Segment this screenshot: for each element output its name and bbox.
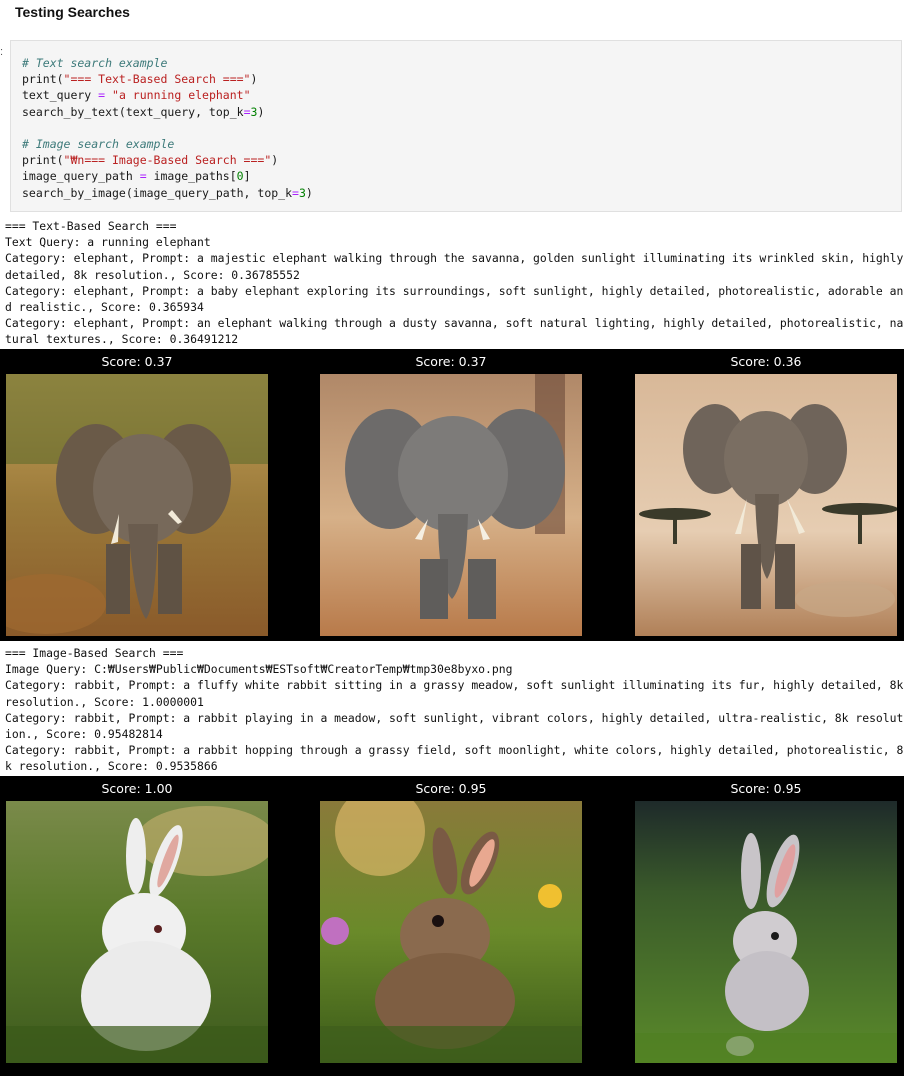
score-label: Score: 0.37: [415, 354, 487, 369]
score-label: Score: 0.37: [101, 354, 173, 369]
result-line: Category: rabbit, Prompt: a rabbit hoppi…: [5, 743, 904, 774]
image-search-output: === Image-Based Search === Image Query: C…: [5, 645, 905, 775]
code-token: text_query: [22, 88, 99, 103]
result-line: Category: elephant, Prompt: a baby eleph…: [5, 283, 904, 315]
section-heading: Testing Searches: [15, 4, 130, 20]
output-header: === Image-Based Search ===: [5, 646, 184, 660]
elephant-image: [320, 374, 582, 636]
code-operator: =: [139, 169, 147, 184]
elephant-image: [635, 374, 897, 636]
cell-prompt-marker: :: [0, 46, 4, 58]
elephant-image: [6, 374, 268, 636]
output-query: Image Query: C:₩Users₩Public₩Documents₩E…: [5, 662, 513, 677]
code-token: ): [257, 104, 265, 119]
text-search-output: === Text-Based Search === Text Query: a r…: [5, 218, 905, 348]
code-comment: # Image search example: [22, 137, 175, 152]
code-token: print(: [22, 153, 64, 168]
code-token: ): [271, 153, 279, 168]
code-token: ): [250, 72, 258, 87]
score-label: Score: 0.95: [730, 781, 802, 796]
output-query: Text Query: a running elephant: [5, 235, 211, 250]
code-token: search_by_image(image_query_path, top_k: [22, 185, 293, 200]
text-search-figure: Score: 0.37 Score: 0.37 Score: 0.36: [0, 349, 904, 641]
code-cell[interactable]: # Text search example print("=== Text-Ba…: [10, 40, 902, 212]
code-string: "₩n=== Image-Based Search ===": [63, 153, 272, 168]
code-token: search_by_text(text_query, top_k: [22, 104, 244, 119]
code-token: image_paths[: [146, 169, 237, 184]
code-operator: =: [292, 185, 299, 200]
code-editor[interactable]: # Text search example print("=== Text-Ba…: [22, 55, 313, 201]
image-search-figure: Score: 1.00 Score: 0.95 Score: 0.95: [0, 776, 904, 1076]
code-token: ]: [243, 169, 251, 184]
rabbit-image: [6, 801, 268, 1063]
code-string: "a running elephant": [105, 88, 251, 103]
code-string: "=== Text-Based Search ===": [63, 72, 251, 87]
code-comment: # Text search example: [22, 56, 168, 70]
score-label: Score: 0.36: [730, 354, 802, 369]
code-token: ): [305, 185, 313, 200]
output-header: === Text-Based Search ===: [5, 219, 177, 233]
result-line: Category: rabbit, Prompt: a fluffy white…: [5, 678, 911, 709]
rabbit-image: [635, 801, 897, 1063]
result-line: Category: rabbit, Prompt: a rabbit playi…: [5, 710, 904, 742]
code-operator: =: [243, 104, 251, 119]
code-number: 0: [236, 169, 244, 184]
code-token: image_query_path: [22, 169, 140, 184]
result-line: Category: elephant, Prompt: a majestic e…: [5, 251, 911, 282]
code-number: 3: [298, 185, 306, 200]
score-label: Score: 0.95: [415, 781, 487, 796]
result-line: Category: elephant, Prompt: an elephant …: [5, 316, 904, 347]
score-label: Score: 1.00: [101, 781, 173, 796]
rabbit-image: [320, 801, 582, 1063]
code-token: print(: [22, 72, 64, 87]
